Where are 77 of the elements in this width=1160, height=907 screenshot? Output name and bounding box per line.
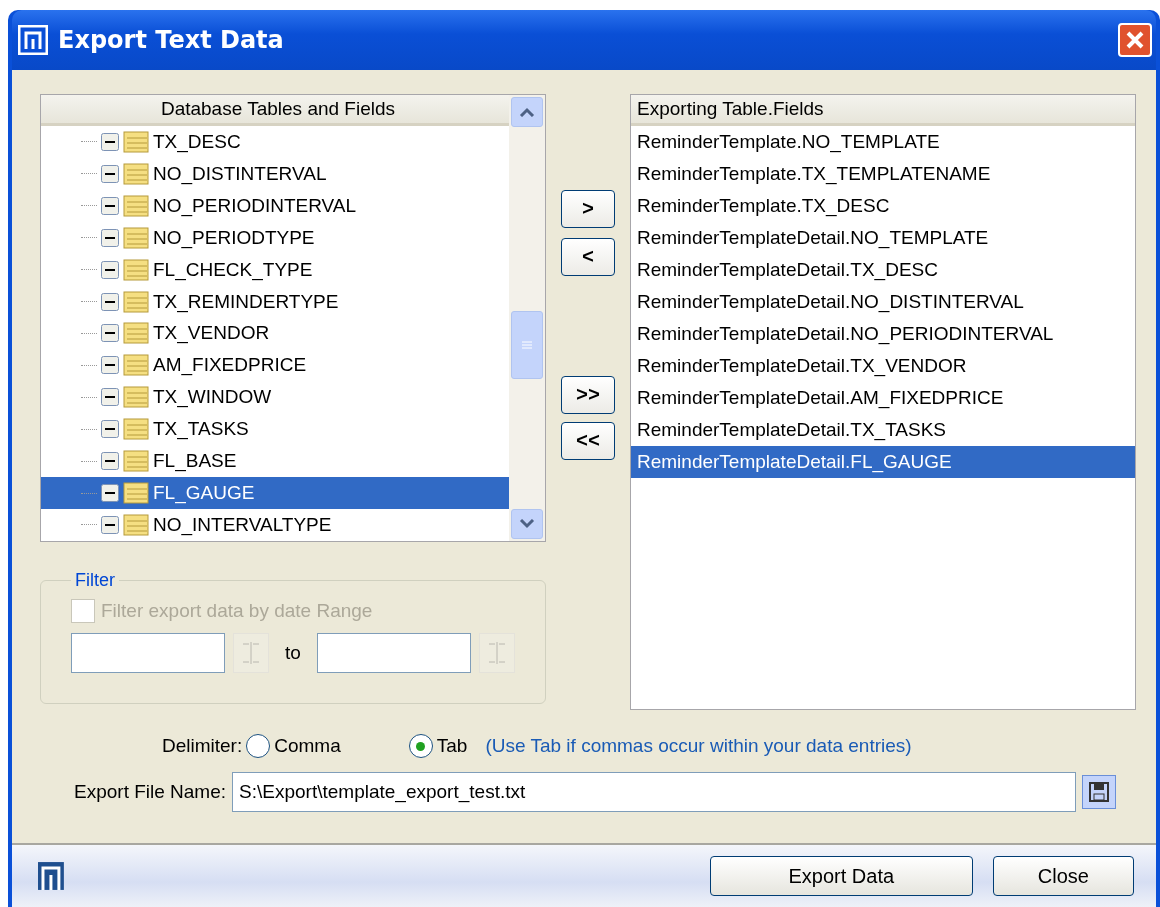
table-icon — [123, 290, 149, 313]
tree-item[interactable]: TX_TASKS — [41, 413, 509, 446]
tree-item[interactable]: FL_GAUGE — [41, 477, 509, 509]
tree-item[interactable]: FL_CHECK_TYPE — [41, 253, 509, 286]
table-icon — [123, 482, 149, 505]
table-icon — [123, 513, 149, 536]
table-icon — [123, 386, 149, 409]
table-icon — [123, 162, 149, 185]
radio-label: Comma — [274, 735, 341, 757]
table-icon — [123, 322, 149, 345]
list-item[interactable]: ReminderTemplate.TX_DESC — [631, 190, 1135, 222]
list-item[interactable]: ReminderTemplateDetail.TX_DESC — [631, 254, 1135, 286]
collapse-icon[interactable] — [101, 196, 119, 215]
collapse-icon[interactable] — [101, 388, 119, 407]
collapse-icon[interactable] — [101, 324, 119, 343]
list-item[interactable]: ReminderTemplate.TX_TEMPLATENAME — [631, 158, 1135, 190]
list-item[interactable]: ReminderTemplateDetail.NO_DISTINTERVAL — [631, 286, 1135, 318]
delimiter-label: Delimiter: — [162, 735, 243, 757]
file-name-field[interactable]: S:\Export\template_export_test.txt — [232, 772, 1077, 812]
scroll-down-icon[interactable] — [511, 509, 543, 539]
tree-item[interactable]: NO_PERIODTYPE — [41, 221, 509, 254]
window-title: Export Text Data — [58, 26, 285, 54]
table-icon — [123, 226, 149, 249]
tree-item[interactable]: NO_DISTINTERVAL — [41, 157, 509, 190]
app-logo-icon — [38, 862, 64, 890]
tree-item[interactable]: NO_PERIODINTERVAL — [41, 189, 509, 222]
list-item[interactable]: ReminderTemplate.NO_TEMPLATE — [631, 126, 1135, 158]
list-item[interactable]: ReminderTemplateDetail.FL_GAUGE — [631, 446, 1135, 478]
scroll-up-icon[interactable] — [511, 97, 543, 127]
radio-button[interactable] — [408, 734, 433, 758]
footer-button[interactable]: Close — [992, 856, 1134, 896]
collapse-icon[interactable] — [101, 420, 119, 439]
collapse-icon[interactable] — [101, 484, 119, 503]
collapse-icon[interactable] — [101, 132, 119, 151]
tree-item[interactable]: FL_BASE — [41, 445, 509, 478]
move-button[interactable]: > — [561, 190, 615, 228]
tree-item[interactable]: NO_INTERVALTYPE — [41, 509, 509, 541]
footer-button[interactable]: Export Data — [709, 856, 973, 896]
close-icon[interactable] — [1118, 23, 1152, 57]
collapse-icon[interactable] — [101, 164, 119, 183]
list-item[interactable]: ReminderTemplateDetail.NO_TEMPLATE — [631, 222, 1135, 254]
table-icon — [123, 258, 149, 281]
tree-item[interactable]: TX_WINDOW — [41, 381, 509, 414]
collapse-icon[interactable] — [101, 292, 119, 311]
table-icon — [123, 354, 149, 377]
collapse-icon[interactable] — [101, 515, 119, 534]
radio-button[interactable] — [246, 734, 271, 758]
table-icon — [123, 450, 149, 473]
list-item[interactable]: ReminderTemplateDetail.TX_VENDOR — [631, 350, 1135, 382]
tree-item[interactable]: TX_VENDOR — [41, 317, 509, 350]
tree-item[interactable]: TX_REMINDERTYPE — [41, 285, 509, 318]
move-button[interactable]: < — [561, 238, 615, 276]
move-button[interactable]: >> — [561, 376, 615, 414]
collapse-icon[interactable] — [101, 452, 119, 471]
table-icon — [123, 194, 149, 217]
save-icon[interactable] — [1082, 775, 1117, 809]
tree-item[interactable]: TX_DESC — [41, 125, 509, 158]
list-item[interactable]: ReminderTemplateDetail.AM_FIXEDPRICE — [631, 382, 1135, 414]
column-header[interactable]: Exporting Table.Fields — [631, 95, 1135, 126]
app-logo-icon — [18, 25, 48, 55]
to-label: to — [285, 642, 301, 664]
table-icon — [123, 418, 149, 441]
collapse-icon[interactable] — [101, 228, 119, 247]
delimiter-hint: (Use Tab if commas occur within your data entries) — [485, 735, 912, 757]
collapse-icon[interactable] — [101, 356, 119, 375]
move-button[interactable]: << — [561, 422, 615, 460]
radio-label: Tab — [436, 735, 468, 757]
table-icon — [123, 130, 149, 153]
checkbox-label: Filter export data by date Range — [101, 600, 373, 622]
column-header[interactable]: Database Tables and Fields — [41, 95, 509, 126]
list-item[interactable]: ReminderTemplateDetail.TX_TASKS — [631, 414, 1135, 446]
collapse-icon[interactable] — [101, 260, 119, 279]
scroll-thumb[interactable] — [511, 311, 543, 379]
group-title: Filter — [74, 570, 116, 591]
tree-item[interactable]: AM_FIXEDPRICE — [41, 349, 509, 382]
file-name-label: Export File Name: — [74, 781, 227, 803]
list-item[interactable]: ReminderTemplateDetail.NO_PERIODINTERVAL — [631, 318, 1135, 350]
